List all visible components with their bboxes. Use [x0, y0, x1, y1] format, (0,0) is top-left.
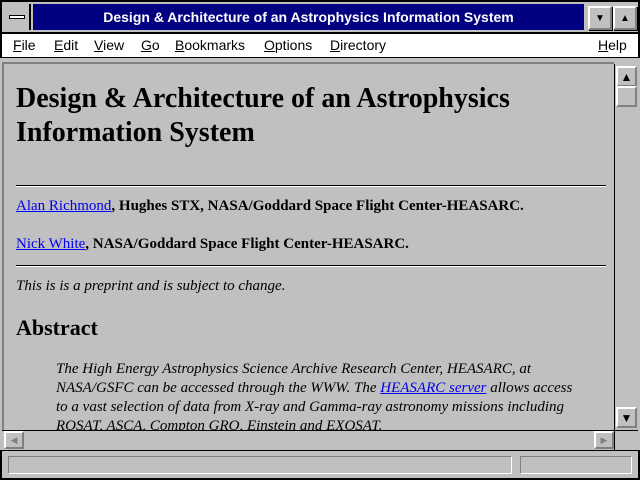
menu-go[interactable]: Go: [141, 37, 160, 53]
title-bar: Design & Architecture of an Astrophysics…: [0, 0, 640, 34]
system-menu-button[interactable]: [4, 4, 31, 30]
menu-bookmarks[interactable]: Bookmarks: [175, 37, 245, 53]
scroll-up-button[interactable]: ▲: [616, 66, 637, 87]
divider: [16, 185, 606, 187]
author-link-white[interactable]: Nick White: [16, 236, 85, 252]
arrow-up-icon: ▲: [620, 69, 633, 84]
scroll-down-button[interactable]: ▼: [616, 407, 637, 428]
divider: [16, 265, 606, 267]
scroll-left-button[interactable]: ◀: [4, 431, 24, 449]
scroll-right-button[interactable]: ▶: [594, 431, 614, 449]
maximize-button[interactable]: ▲: [613, 6, 637, 30]
author-link-richmond[interactable]: Alan Richmond: [16, 198, 111, 214]
window-title: Design & Architecture of an Astrophysics…: [33, 4, 584, 30]
arrow-right-icon: ▶: [600, 434, 608, 445]
menu-options[interactable]: Options: [264, 37, 312, 53]
preprint-note: This is is a preprint and is subject to …: [16, 278, 286, 294]
arrow-left-icon: ◀: [10, 434, 18, 445]
page-heading: Design & Architecture of an Astrophysics…: [16, 83, 510, 148]
author-line: Nick White, NASA/Goddard Space Flight Ce…: [16, 236, 409, 253]
menu-help[interactable]: Help: [598, 37, 627, 53]
menu-bar: File Edit View Go Bookmarks Options Dire…: [0, 34, 640, 58]
author-line: Alan Richmond, Hughes STX, NASA/Goddard …: [16, 198, 524, 215]
document-view[interactable]: Design & Architecture of an Astrophysics…: [2, 62, 614, 430]
author-affiliation: , Hughes STX, NASA/Goddard Space Flight …: [111, 198, 524, 214]
author-affiliation: , NASA/Goddard Space Flight Center-HEASA…: [85, 236, 409, 252]
abstract-text: The High Energy Astrophysics Science Arc…: [56, 360, 576, 430]
menu-view[interactable]: View: [94, 37, 124, 53]
progress-indicator: [520, 456, 632, 474]
scrollbar-corner: [614, 430, 638, 450]
menu-file[interactable]: File: [13, 37, 36, 53]
menu-edit[interactable]: Edit: [54, 37, 78, 53]
horizontal-scrollbar[interactable]: ◀ ▶: [2, 430, 614, 450]
status-text: [8, 456, 512, 474]
vertical-scrollbar[interactable]: ▲ ▼: [614, 64, 638, 430]
scroll-thumb[interactable]: [616, 86, 637, 107]
menu-directory[interactable]: Directory: [330, 37, 386, 53]
heasarc-server-link[interactable]: HEASARC server: [380, 380, 486, 396]
abstract-heading: Abstract: [16, 315, 98, 340]
status-bar: [0, 450, 640, 480]
minimize-icon: ▼: [595, 12, 605, 24]
system-menu-icon: [8, 15, 25, 19]
minimize-button[interactable]: ▼: [588, 6, 612, 30]
maximize-icon: ▲: [620, 12, 630, 24]
arrow-down-icon: ▼: [620, 410, 633, 425]
